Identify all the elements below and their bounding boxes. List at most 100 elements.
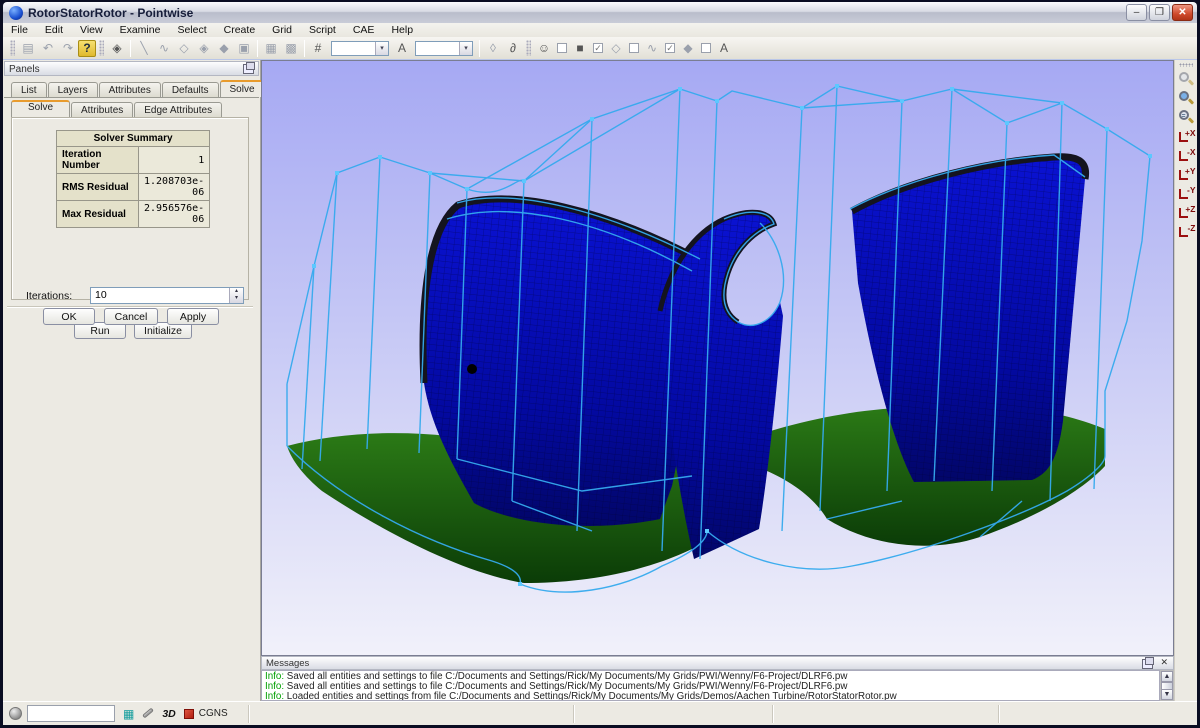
mask-domain-icon[interactable]: ◇ [606, 39, 626, 58]
view-minus-y-button[interactable]: -Y [1177, 185, 1196, 202]
derivative-icon[interactable]: ∂ [503, 39, 523, 58]
dimension-icon[interactable]: # [308, 39, 328, 58]
status-input[interactable] [27, 705, 115, 722]
mask-block-icon[interactable]: ■ [570, 39, 590, 58]
axis-icon [1179, 227, 1188, 237]
cae-solver-icon[interactable] [184, 709, 194, 719]
selected-point[interactable] [467, 364, 477, 374]
dimension-combo[interactable]: ▾ [331, 41, 389, 56]
create-connector-icon[interactable]: ╲ [134, 39, 154, 58]
extrude-icon[interactable]: ◆ [214, 39, 234, 58]
toolbar-handle[interactable] [526, 40, 531, 56]
menu-view[interactable]: View [80, 24, 103, 36]
redo-icon[interactable]: ↷ [58, 39, 78, 58]
close-button[interactable]: ✕ [1172, 4, 1193, 21]
tab-attributes-inner[interactable]: Attributes [71, 102, 133, 117]
help-icon[interactable]: ? [78, 40, 96, 57]
table-row: Iteration Number 1 [57, 147, 210, 174]
spinner-icon[interactable]: ▴▾ [229, 288, 243, 303]
zoom-equal-icon[interactable]: = [1178, 109, 1195, 126]
ok-button[interactable]: OK [43, 308, 95, 325]
menu-cae[interactable]: CAE [353, 24, 375, 36]
menu-grid[interactable]: Grid [272, 24, 292, 36]
menu-create[interactable]: Create [224, 24, 256, 36]
mask-point-checkbox[interactable] [701, 43, 711, 53]
toolbar-handle[interactable] [10, 40, 15, 56]
wrench-icon[interactable] [142, 707, 154, 718]
mask-connector-checkbox[interactable]: ✓ [665, 43, 675, 53]
menu-examine[interactable]: Examine [120, 24, 161, 36]
chevron-down-icon[interactable]: ▾ [459, 42, 472, 55]
minimize-button[interactable]: – [1126, 4, 1147, 21]
display-viewport[interactable] [261, 60, 1174, 656]
unstructured-grid-icon[interactable]: ▩ [281, 39, 301, 58]
create-domain-icon[interactable]: ◇ [174, 39, 194, 58]
menu-help[interactable]: Help [391, 24, 413, 36]
toolbar-handle[interactable] [99, 40, 104, 56]
tab-layers[interactable]: Layers [48, 82, 98, 97]
orient-icon[interactable]: ◊ [483, 39, 503, 58]
undo-icon[interactable]: ↶ [38, 39, 58, 58]
zoom-icon[interactable] [1178, 71, 1195, 88]
create-domain-grid-icon[interactable]: ◈ [194, 39, 214, 58]
main-toolbar: ▤ ↶ ↷ ? ◈ ╲ ∿ ◇ ◈ ◆ ▣ ▦ ▩ # ▾ A ▾ ◊ ∂ ☺ … [3, 37, 1197, 60]
tab-list[interactable]: List [11, 82, 47, 97]
solver-summary-table: Solver Summary Iteration Number 1 RMS Re… [56, 130, 210, 228]
close-icon[interactable]: ✕ [1160, 657, 1168, 668]
mask-database-icon[interactable]: ☺ [534, 39, 554, 58]
iterations-value: 10 [95, 289, 107, 301]
mask-block-checkbox[interactable]: ✓ [593, 43, 603, 53]
tab-edge-attributes-inner[interactable]: Edge Attributes [134, 102, 222, 117]
tab-attributes[interactable]: Attributes [99, 82, 161, 97]
toolbar-handle[interactable] [1179, 63, 1193, 67]
tab-solve-inner[interactable]: Solve [11, 100, 70, 117]
view-minus-x-button[interactable]: -X [1177, 147, 1196, 164]
menu-script[interactable]: Script [309, 24, 336, 36]
scroll-down-icon[interactable]: ▼ [1161, 689, 1173, 700]
view-plus-y-button[interactable]: +Y [1177, 166, 1196, 183]
save-icon[interactable]: ▤ [18, 39, 38, 58]
iterations-input[interactable]: 10 ▴▾ [90, 287, 244, 304]
apply-button[interactable]: Apply [167, 308, 219, 325]
toolbar-separator [257, 40, 258, 57]
spacing-combo[interactable]: ▾ [415, 41, 473, 56]
mask-connector-icon[interactable]: ∿ [642, 39, 662, 58]
mask-spacing-icon[interactable]: A [714, 39, 734, 58]
turbine-mesh-scene [262, 61, 1173, 655]
structured-grid-icon[interactable]: ▦ [261, 39, 281, 58]
view-plus-z-button[interactable]: +Z [1177, 204, 1196, 221]
menu-file[interactable]: File [11, 24, 28, 36]
mask-point-icon[interactable]: ◆ [678, 39, 698, 58]
title-bar[interactable]: RotorStatorRotor - Pointwise – ❐ ✕ [3, 2, 1197, 23]
float-icon[interactable] [243, 64, 254, 74]
messages-log[interactable]: Info: Saved all entities and settings to… [261, 670, 1160, 701]
create-curve-icon[interactable]: ∿ [154, 39, 174, 58]
layers-stack-icon[interactable]: ◈ [107, 39, 127, 58]
cancel-button[interactable]: Cancel [104, 308, 158, 325]
view-plus-x-button[interactable]: +X [1177, 128, 1196, 145]
tab-defaults[interactable]: Defaults [162, 82, 219, 97]
zoom-box-icon[interactable] [1178, 90, 1195, 107]
messages-title-bar[interactable]: Messages ✕ [261, 656, 1174, 670]
mask-domain-checkbox[interactable] [629, 43, 639, 53]
application-window: RotorStatorRotor - Pointwise – ❐ ✕ File … [0, 0, 1200, 728]
grid-type-icon[interactable]: ▦ [123, 707, 134, 721]
menu-edit[interactable]: Edit [45, 24, 63, 36]
spacing-icon[interactable]: A [392, 39, 412, 58]
float-icon[interactable] [1142, 659, 1153, 669]
create-block-icon[interactable]: ▣ [234, 39, 254, 58]
view-minus-z-button[interactable]: -Z [1177, 223, 1196, 240]
restore-button[interactable]: ❐ [1149, 4, 1170, 21]
row-value: 2.956576e-06 [139, 201, 210, 228]
chevron-down-icon[interactable]: ▾ [375, 42, 388, 55]
panels-title-bar[interactable]: Panels [4, 61, 259, 76]
menu-select[interactable]: Select [177, 24, 206, 36]
mask-database-checkbox[interactable] [557, 43, 567, 53]
tab-solve[interactable]: Solve [220, 80, 265, 97]
row-label: Iteration Number [57, 147, 139, 174]
scroll-up-icon[interactable]: ▲ [1161, 671, 1173, 682]
messages-scrollbar[interactable]: ▲ ▼ [1160, 670, 1174, 701]
messages-title: Messages [266, 658, 309, 669]
divider [4, 97, 259, 98]
solve-tab-bar: Solve Attributes Edge Attributes [11, 100, 223, 117]
